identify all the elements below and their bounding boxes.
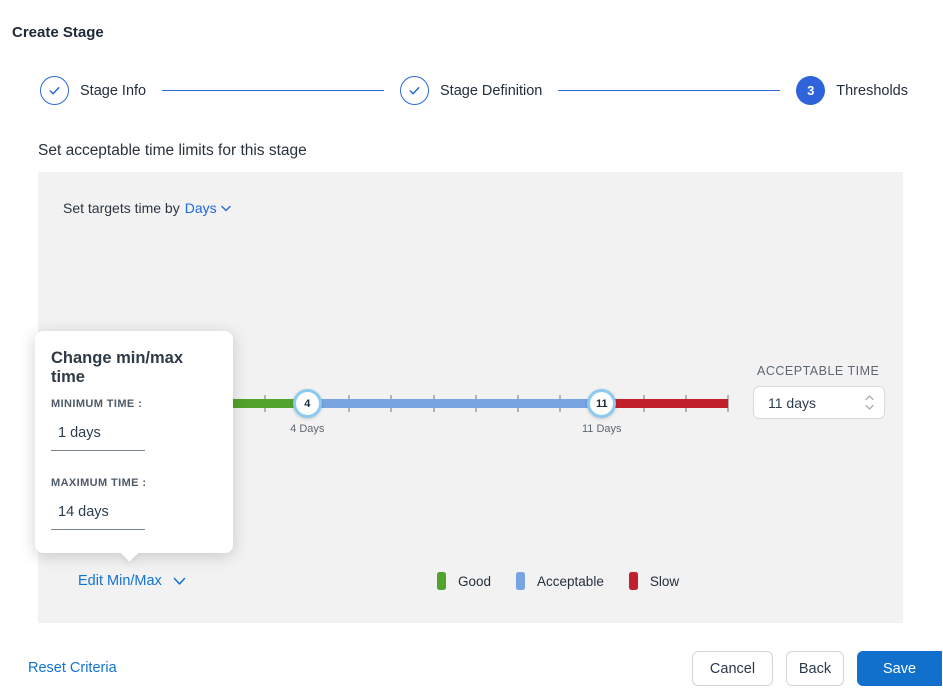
maximum-time-label: MAXIMUM TIME : [51,477,147,489]
chevron-down-icon [173,577,186,585]
step-stage-definition[interactable]: Stage Definition [400,76,542,105]
legend-item-good: Good [437,572,491,590]
maximum-time-value: 14 days [58,504,109,520]
slider-segment [601,399,728,408]
cancel-button[interactable]: Cancel [692,651,773,686]
targets-label: Set targets time by [63,200,180,216]
chevron-down-icon[interactable] [865,404,874,410]
edit-minmax-toggle[interactable]: Edit Min/Max [78,573,186,589]
legend-item-slow: Slow [628,572,680,590]
legend-label: Good [458,573,492,589]
acceptable-time-value: 11 days [768,394,816,411]
targets-unit-dropdown[interactable]: Days [185,200,231,216]
slider-handle[interactable]: 11 [587,389,617,418]
chevron-down-icon [220,205,231,211]
targets-unit-value: Days [184,200,217,216]
acceptable-swatch [516,572,526,590]
acceptable-time-input[interactable]: 11 days [753,386,885,419]
check-circle-icon [40,76,69,105]
stepper-connector [558,90,781,91]
create-stage-dialog: Create Stage Stage Info Stage Definition… [0,0,943,699]
step-stage-info[interactable]: Stage Info [40,76,146,105]
slider-handle-label: 4 Days [290,423,325,435]
step-thresholds[interactable]: 3 Thresholds [796,76,908,105]
slider-handle-label: 11 Days [582,423,622,435]
legend-label: Slow [649,573,680,589]
acceptable-time-label: ACCEPTABLE TIME [757,364,880,378]
legend-label: Acceptable [537,573,604,589]
slider-segment [307,399,602,408]
popover-title: Change min/max time [51,349,184,386]
step-label: Stage Definition [440,82,543,99]
acceptable-time-block: ACCEPTABLE TIME 11 days [753,364,885,419]
good-swatch [437,572,446,590]
edit-minmax-label: Edit Min/Max [78,573,162,589]
stepper-connector [162,90,384,91]
reset-criteria-link[interactable]: Reset Criteria [28,660,117,676]
change-minmax-popover: Change min/max time MINIMUM TIME : 1 day… [35,331,233,553]
legend: Good Acceptable Slow [437,572,679,590]
section-heading: Set acceptable time limits for this stag… [38,142,307,159]
slider-handle[interactable]: 4 [292,389,322,418]
minimum-time-input[interactable]: 1 days [51,419,145,451]
maximum-time-input[interactable]: 14 days [51,498,145,530]
footer-actions: Cancel Back Save [692,651,942,686]
number-stepper[interactable] [865,395,874,410]
step-label: Stage Info [80,82,147,99]
check-circle-icon [400,76,429,105]
stepper: Stage Info Stage Definition 3 Thresholds [40,76,908,105]
back-button[interactable]: Back [786,651,844,686]
chevron-up-icon[interactable] [865,395,874,401]
targets-row: Set targets time by Days [63,200,231,216]
minimum-time-label: MINIMUM TIME : [51,398,143,410]
slow-swatch [628,572,638,590]
minimum-time-value: 1 days [58,425,101,441]
save-button[interactable]: Save [857,651,942,686]
step-label: Thresholds [836,82,908,99]
page-title: Create Stage [12,24,104,41]
step-number-badge: 3 [796,76,826,105]
legend-item-acceptable: Acceptable [516,572,604,590]
